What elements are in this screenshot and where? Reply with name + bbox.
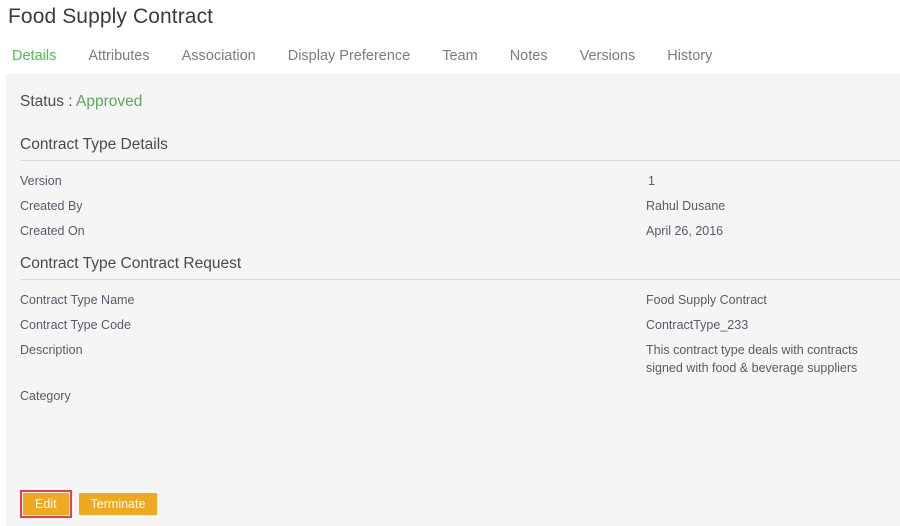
- section-title: Contract Type Details: [20, 136, 168, 153]
- section-title: Contract Type Contract Request: [20, 255, 242, 272]
- section-contract-type-contract-request: Contract Type Contract Request Contract …: [20, 253, 900, 410]
- row-label-version: Version: [20, 174, 62, 188]
- content-panel: Status : Approved Contract Type Details …: [6, 74, 900, 526]
- tab-history[interactable]: History: [667, 46, 712, 66]
- section-divider: [20, 160, 900, 161]
- row-value-contract-type-code: ContractType_233: [646, 318, 749, 332]
- row-value-description: This contract type deals with contracts …: [646, 343, 858, 375]
- table-row: Created By Rahul Dusane: [20, 195, 886, 220]
- row-label-description: Description: [20, 343, 83, 357]
- row-label-category: Category: [20, 389, 71, 403]
- row-value-version: 1: [648, 174, 655, 188]
- action-bar: Edit Terminate: [20, 490, 158, 518]
- status-badge: Approved: [76, 93, 143, 110]
- row-value-created-by: Rahul Dusane: [646, 199, 726, 213]
- table-row: Contract Type Code ContractType_233: [20, 314, 886, 339]
- table-row: Created On April 26, 2016: [20, 220, 886, 245]
- section-divider: [20, 279, 900, 280]
- row-label-contract-type-code: Contract Type Code: [20, 318, 131, 332]
- row-label-created-by: Created By: [20, 199, 83, 213]
- row-label-contract-type-name: Contract Type Name: [20, 293, 135, 307]
- terminate-button[interactable]: Terminate: [78, 493, 158, 515]
- edit-button[interactable]: Edit: [23, 493, 69, 515]
- row-value-category: [646, 385, 886, 387]
- table-row: Version 1: [20, 170, 886, 195]
- status-label: Status :: [20, 93, 73, 110]
- table-row: Contract Type Name Food Supply Contract: [20, 289, 886, 314]
- tab-attributes[interactable]: Attributes: [88, 46, 149, 66]
- page-title: Food Supply Contract: [8, 5, 214, 28]
- tab-association[interactable]: Association: [182, 46, 256, 66]
- edit-button-highlight: Edit: [20, 490, 72, 518]
- tab-versions[interactable]: Versions: [580, 46, 636, 66]
- terminate-button-wrap: Terminate: [78, 493, 158, 515]
- tab-team[interactable]: Team: [442, 46, 477, 66]
- row-value-contract-type-name: Food Supply Contract: [646, 293, 767, 307]
- section-contract-type-details: Contract Type Details Version 1 Created …: [20, 134, 900, 245]
- table-row: Category: [20, 385, 886, 410]
- tab-bar: Details Attributes Association Display P…: [0, 46, 900, 74]
- tab-details[interactable]: Details: [12, 46, 56, 66]
- detail-rows: Version 1 Created By Rahul Dusane Create…: [20, 170, 886, 245]
- tab-display-preference[interactable]: Display Preference: [288, 46, 411, 66]
- row-label-created-on: Created On: [20, 224, 85, 238]
- request-rows: Contract Type Name Food Supply Contract …: [20, 289, 886, 410]
- tab-notes[interactable]: Notes: [510, 46, 548, 66]
- status-line: Status : Approved: [20, 92, 142, 112]
- app-page: Food Supply Contract Details Attributes …: [0, 0, 900, 526]
- row-value-created-on: April 26, 2016: [646, 224, 724, 238]
- table-row: Description This contract type deals wit…: [20, 339, 886, 385]
